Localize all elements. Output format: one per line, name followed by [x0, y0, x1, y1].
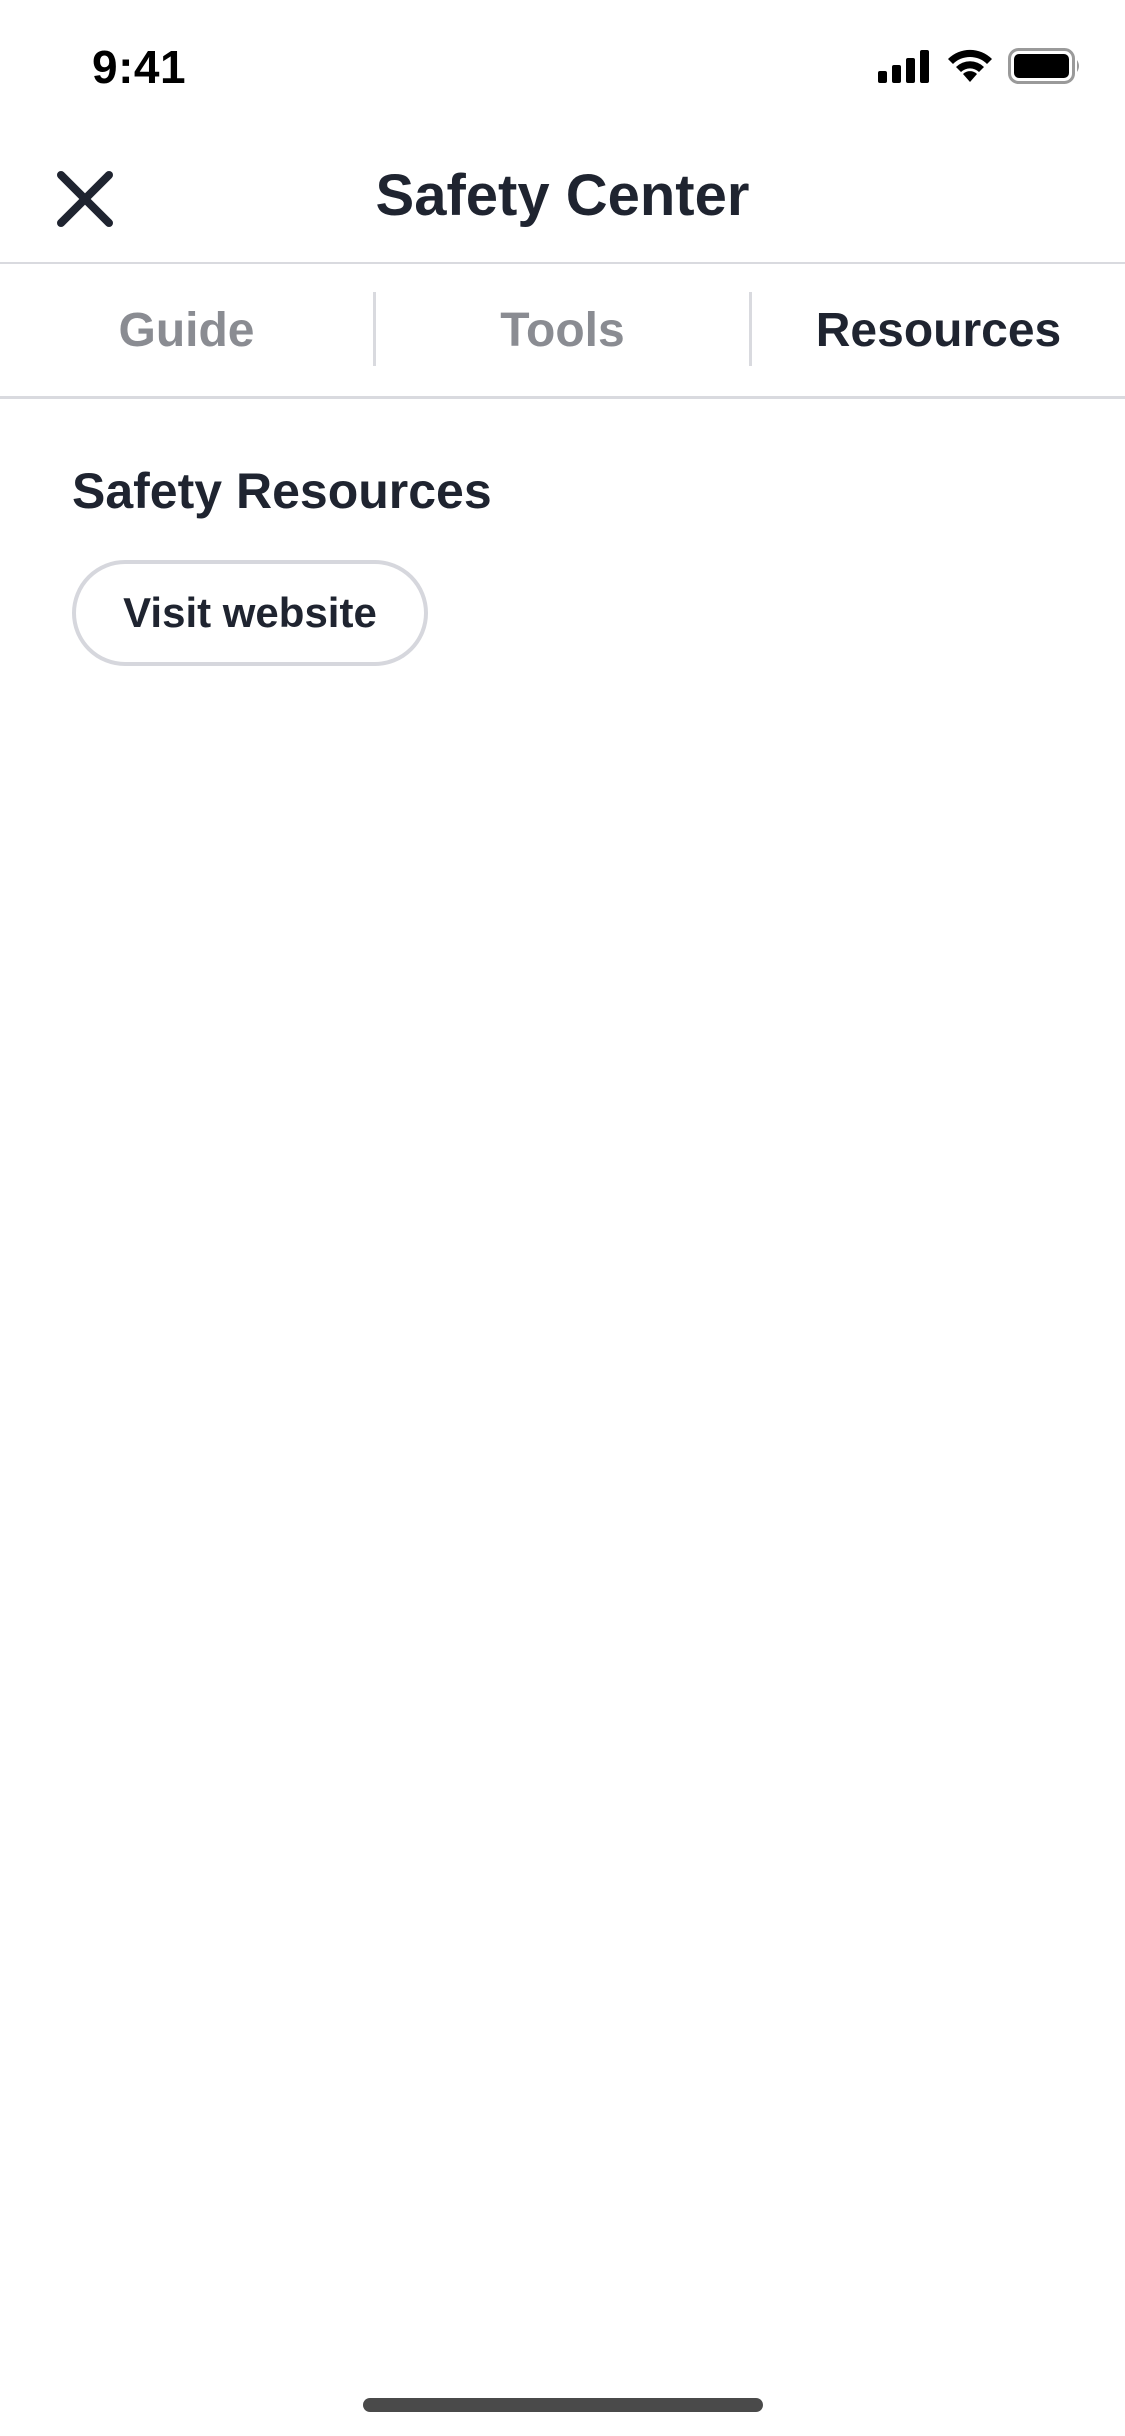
home-indicator[interactable] — [363, 2398, 763, 2412]
tab-bar: Guide Tools Resources — [0, 264, 1125, 399]
tab-resources[interactable]: Resources — [752, 264, 1125, 396]
status-bar: 9:41 — [0, 0, 1125, 135]
page-title: Safety Center — [375, 163, 750, 228]
visit-website-button[interactable]: Visit website — [72, 560, 428, 666]
nav-bar: Safety Center — [0, 135, 1125, 264]
tab-guide[interactable]: Guide — [0, 264, 373, 396]
cellular-signal-icon — [878, 49, 932, 88]
wifi-icon — [946, 48, 994, 89]
resources-content: Safety Resources Visit website — [72, 462, 492, 666]
tab-tools[interactable]: Tools — [376, 264, 749, 396]
status-icons — [878, 48, 1082, 89]
battery-icon — [1008, 48, 1082, 89]
section-title: Safety Resources — [72, 463, 492, 519]
status-time: 9:41 — [92, 41, 187, 93]
